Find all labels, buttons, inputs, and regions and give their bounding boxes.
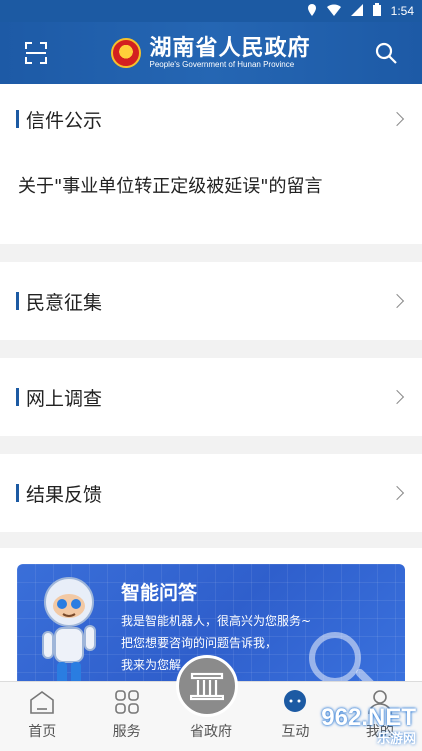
section-title: 信件公示 <box>26 109 103 132</box>
scan-button[interactable] <box>16 33 56 73</box>
watermark-text: 962.NET <box>321 704 416 731</box>
magnifier-icon <box>309 632 361 681</box>
national-emblem-icon <box>111 38 142 68</box>
app-title: 湖南省人民政府 <box>149 35 311 60</box>
chevron-right-icon <box>389 485 405 501</box>
status-time: 1:54 <box>390 4 414 18</box>
home-icon <box>30 691 55 714</box>
section-title: 民意征集 <box>26 291 103 314</box>
signal-icon <box>350 3 363 19</box>
search-icon <box>375 42 397 64</box>
banner-text: 把您想要咨询的问题告诉我， <box>121 636 278 650</box>
location-icon <box>307 3 317 19</box>
search-button[interactable] <box>366 33 406 73</box>
tab-label: 省政府 <box>190 724 233 740</box>
section-letters: 信件公示 关于"事业单位转正定级被延误"的留言 <box>0 84 422 244</box>
app-subtitle: People's Government of Hunan Province <box>149 60 295 69</box>
chevron-right-icon <box>389 111 405 127</box>
watermark-logo: 962.NET 乐游网 <box>280 700 422 751</box>
main-content: 信件公示 关于"事业单位转正定级被延误"的留言 民意征集 网上调查 结果反馈 智… <box>0 84 422 681</box>
banner-text: 我是智能机器人，很高兴为您服务~ <box>121 614 312 628</box>
wifi-icon <box>326 3 341 19</box>
battery-icon <box>372 3 381 19</box>
accent-bar <box>16 484 19 502</box>
tab-label: 服务 <box>112 724 141 740</box>
tab-home[interactable]: 首页 <box>0 682 84 751</box>
accent-bar <box>16 292 19 310</box>
letter-item[interactable]: 关于"事业单位转正定级被延误"的留言 <box>0 154 422 244</box>
section-row-letters[interactable]: 信件公示 <box>0 84 422 154</box>
watermark-sub: 乐游网 <box>376 731 416 746</box>
section-row-feedback[interactable]: 结果反馈 <box>0 454 422 532</box>
robot-icon <box>42 577 96 681</box>
section-title: 结果反馈 <box>26 483 103 506</box>
brand-logo: 湖南省人民政府 People's Government of Hunan Pro… <box>111 36 310 70</box>
tab-service[interactable]: 服务 <box>84 682 168 751</box>
section-opinion: 民意征集 <box>0 262 422 340</box>
chevron-right-icon <box>389 293 405 309</box>
tab-label: 首页 <box>28 724 57 740</box>
section-survey: 网上调查 <box>0 358 422 436</box>
banner-title: 智能问答 <box>121 582 198 604</box>
grid-icon <box>114 690 139 714</box>
government-center-button[interactable] <box>176 655 238 717</box>
accent-bar <box>16 388 19 406</box>
section-row-opinion[interactable]: 民意征集 <box>0 262 422 340</box>
app-header: 湖南省人民政府 People's Government of Hunan Pro… <box>0 22 422 84</box>
accent-bar <box>16 110 19 128</box>
section-title: 网上调查 <box>26 387 103 410</box>
section-feedback: 结果反馈 <box>0 454 422 532</box>
status-bar: 1:54 <box>0 0 422 22</box>
chevron-right-icon <box>389 389 405 405</box>
government-building-icon <box>190 672 224 701</box>
banner-text: 我来为您解 <box>121 658 182 672</box>
section-row-survey[interactable]: 网上调查 <box>0 358 422 436</box>
scan-icon <box>25 42 47 64</box>
